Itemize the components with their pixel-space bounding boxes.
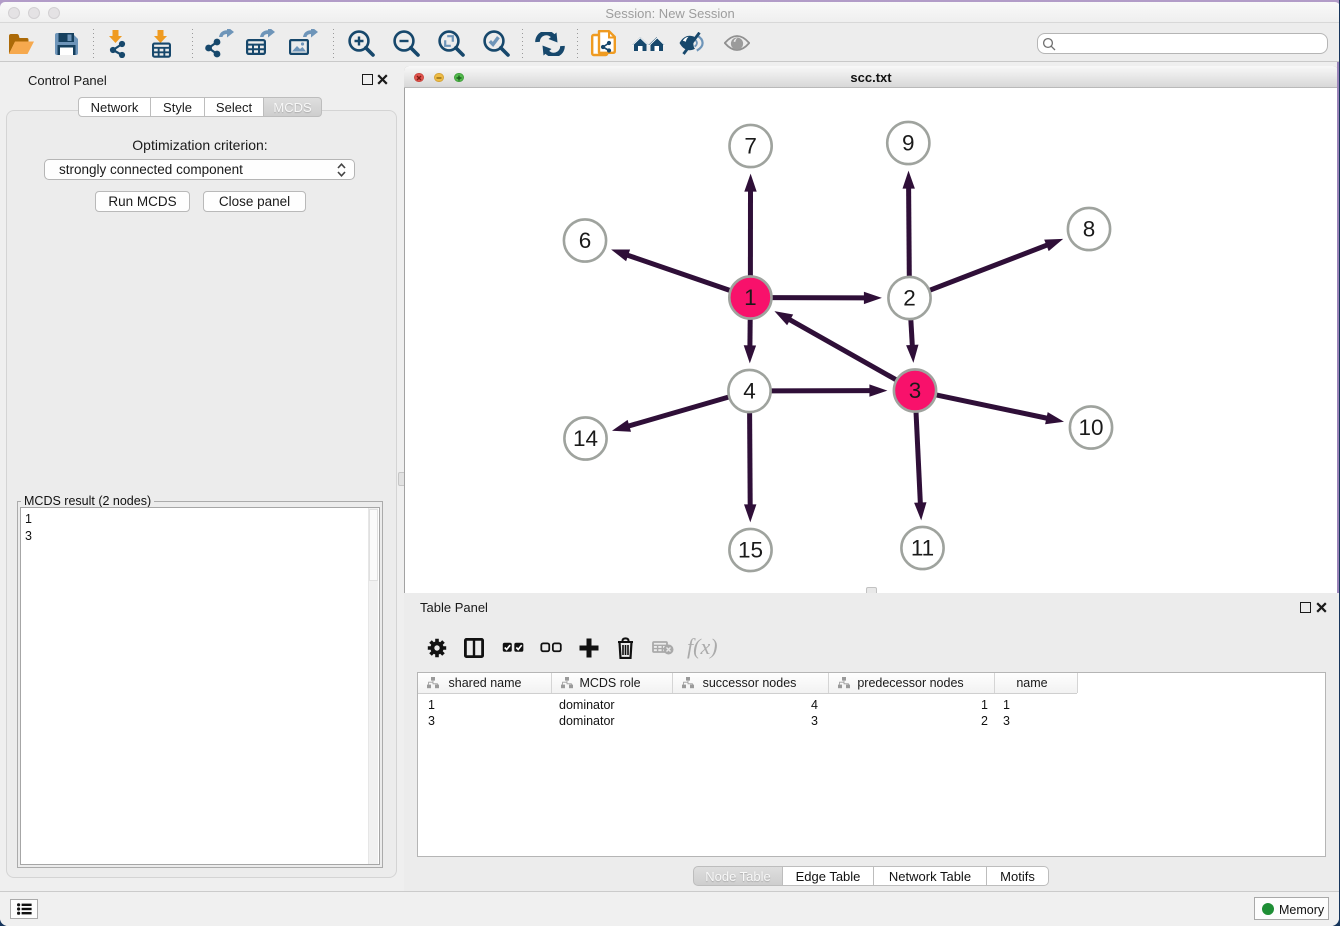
svg-text:14: 14	[573, 426, 598, 451]
svg-text:15: 15	[738, 538, 763, 563]
svg-text:11: 11	[911, 536, 934, 561]
svg-text:10: 10	[1078, 415, 1103, 440]
svg-text:7: 7	[744, 134, 757, 159]
svg-text:3: 3	[909, 378, 922, 403]
svg-text:9: 9	[902, 131, 915, 156]
svg-text:1: 1	[744, 285, 757, 310]
svg-text:2: 2	[903, 286, 916, 311]
svg-text:8: 8	[1083, 217, 1096, 242]
svg-text:6: 6	[579, 228, 592, 253]
svg-text:4: 4	[743, 379, 756, 404]
